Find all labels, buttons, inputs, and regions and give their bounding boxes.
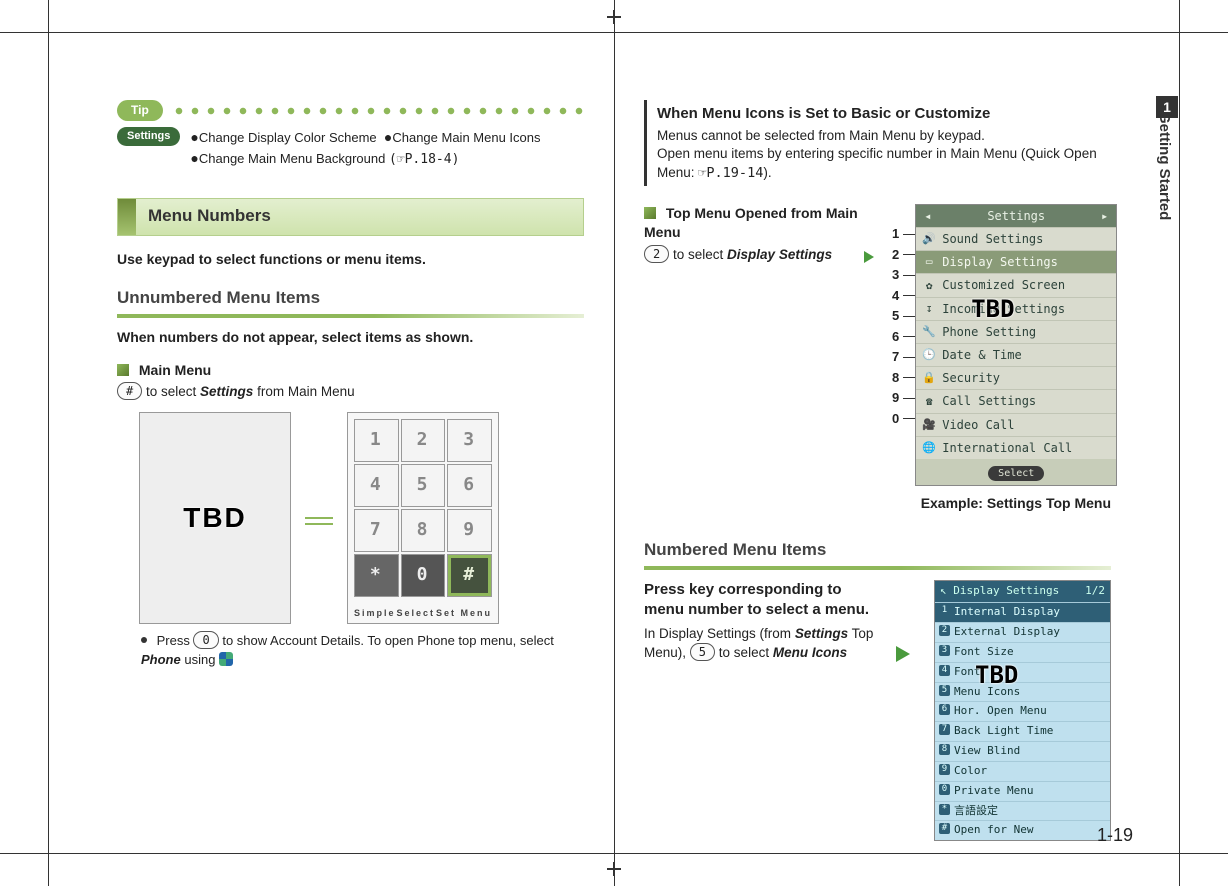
keypad-cell-3: 3 — [447, 419, 492, 462]
rule — [644, 566, 1111, 570]
key-2-icon: 2 — [644, 245, 669, 263]
keypad-cell-8: 8 — [401, 509, 446, 552]
zero-key-icon: 0 — [193, 631, 218, 649]
numbered-desc: Press key corresponding to menu number t… — [644, 580, 880, 619]
settings-top-menu-screenshot: ◂ Settings ▸ 🔊Sound Settings ▭Display Se… — [915, 204, 1117, 487]
list-item: 8View Blind — [935, 741, 1110, 761]
keypad-cell-9: 9 — [447, 509, 492, 552]
square-bullet-icon — [117, 364, 129, 376]
list-item: ☎Call Settings — [916, 389, 1116, 412]
list-item: 🕒Date & Time — [916, 343, 1116, 366]
list-item: 🎥Video Call — [916, 413, 1116, 436]
equals-icon — [305, 517, 333, 519]
square-bullet-icon — [644, 207, 656, 219]
softkey-simple: Simple — [354, 607, 396, 619]
softkey-select: Select — [988, 466, 1044, 482]
list-item: 6Hor. Open Menu — [935, 701, 1110, 721]
list-item: ▭Display Settings — [916, 250, 1116, 273]
keypad-cell-2: 2 — [401, 419, 446, 462]
list-item: 🌐International Call — [916, 436, 1116, 459]
tip-badge: Tip — [117, 100, 163, 121]
list-item: 🔊Sound Settings — [916, 227, 1116, 250]
nav-left-icon: ◂ — [924, 208, 931, 224]
keypad-cell-5: 5 — [401, 464, 446, 507]
nav-key-icon — [219, 652, 233, 666]
dot-rule — [171, 105, 584, 117]
list-item: 3Font Size — [935, 642, 1110, 662]
softkey-select: Select — [396, 607, 435, 619]
menu-numbers-intro: Use keypad to select functions or menu i… — [117, 250, 584, 269]
list-item: 4Font — [935, 662, 1110, 682]
list-item: ✿Customized Screen — [916, 273, 1116, 296]
basic-customize-note: When Menu Icons is Set to Basic or Custo… — [644, 100, 1111, 186]
list-item: 2External Display — [935, 622, 1110, 642]
keypad-mapping-figure: 1 2 3 4 5 6 7 8 9 * 0 # Simple Select Se… — [347, 412, 499, 624]
softkey-setmenu: Set Menu — [436, 607, 492, 619]
keypad-cell-1: 1 — [354, 419, 399, 462]
key-5-icon: 5 — [690, 643, 715, 661]
main-menu-label: Main Menu — [139, 362, 211, 378]
list-item: 9Color — [935, 761, 1110, 781]
list-item: 0Private Menu — [935, 781, 1110, 801]
list-item: 1Internal Display — [935, 602, 1110, 622]
numbered-instruction: In Display Settings (from Settings Top M… — [644, 625, 880, 661]
top-menu-heading: Top Menu Opened from Main Menu — [644, 205, 858, 240]
keypad-cell-4: 4 — [354, 464, 399, 507]
keypad-cell-6: 6 — [447, 464, 492, 507]
page-number: 1-19 — [1097, 825, 1133, 846]
settings-badge: Settings — [117, 127, 180, 146]
unnumbered-desc: When numbers do not appear, select items… — [117, 328, 584, 347]
list-item: *言語設定 — [935, 801, 1110, 821]
figure-note: Press 0 to show Account Details. To open… — [141, 632, 584, 669]
keypad-cell-hash: # — [447, 554, 492, 597]
nav-right-icon: ▸ — [1101, 208, 1108, 224]
example-caption: Example: Settings Top Menu — [644, 494, 1111, 513]
tip-text: ●Change Display Color Scheme ●Change Mai… — [190, 127, 540, 170]
numbered-heading: Numbered Menu Items — [644, 539, 1111, 562]
list-item: 5Menu Icons — [935, 682, 1110, 702]
display-settings-screenshot: ↖ Display Settings 1/2 1Internal Display… — [934, 580, 1111, 841]
section-menu-numbers: Menu Numbers — [117, 198, 584, 236]
keypad-cell-7: 7 — [354, 509, 399, 552]
rule — [117, 314, 584, 318]
arrow-icon — [896, 646, 918, 662]
keypad-cell-star: * — [354, 554, 399, 597]
hash-key-icon: # — [117, 382, 142, 400]
chapter-title-tab: Getting Started — [1156, 112, 1173, 220]
list-item: 7Back Light Time — [935, 721, 1110, 741]
keypad-cell-0: 0 — [401, 554, 446, 597]
list-item: ↧Incoming Settings — [916, 297, 1116, 320]
list-item: 🔧Phone Setting — [916, 320, 1116, 343]
main-menu-screenshot: TBD — [139, 412, 291, 624]
list-item: 🔒Security — [916, 366, 1116, 389]
unnumbered-heading: Unnumbered Menu Items — [117, 287, 584, 310]
list-item: #Open for New — [935, 820, 1110, 840]
main-menu-instruction: to select Settings from Main Menu — [146, 384, 355, 399]
